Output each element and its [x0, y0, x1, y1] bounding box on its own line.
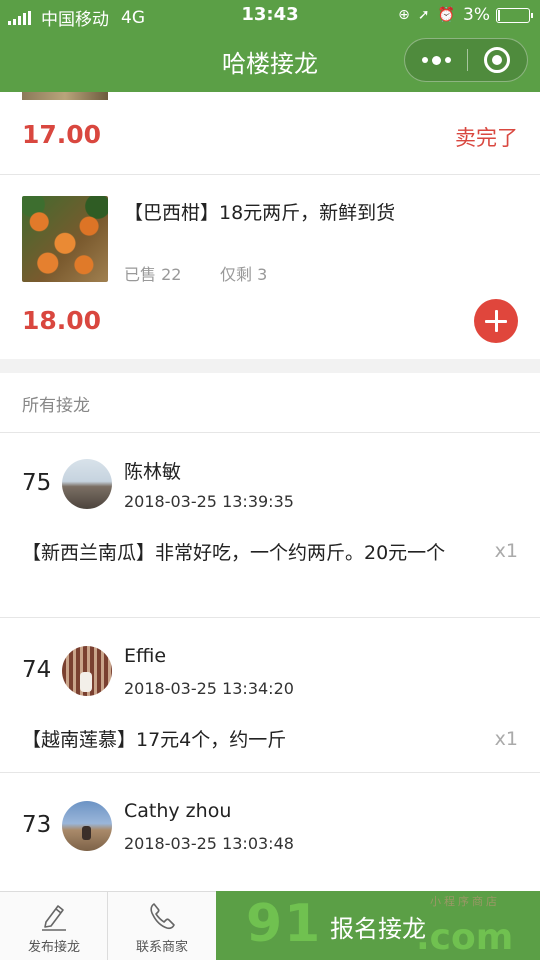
pencil-icon [42, 905, 66, 931]
status-right: ⊕ ➚ ⏰ 3% [398, 5, 533, 25]
product-price: 17.00 [22, 120, 102, 149]
divider [0, 617, 540, 618]
battery-percent: 3% [463, 5, 490, 25]
contact-tab[interactable]: 联系商家 [108, 892, 216, 960]
product-title[interactable]: 【巴西柑】18元两斤，新鲜到货 [124, 198, 395, 225]
product-price: 18.00 [22, 306, 102, 335]
divider [0, 772, 540, 773]
contact-label: 联系商家 [135, 940, 188, 955]
product-remaining: 仅剩 3 [220, 265, 268, 284]
entry-user-name: Effie [124, 645, 167, 667]
close-circle-icon[interactable] [484, 47, 510, 73]
location-icon: ➚ [417, 7, 430, 23]
entry-timestamp: 2018-03-25 13:39:35 [124, 492, 294, 511]
product-thumbnail [22, 92, 108, 100]
product-thumbnail[interactable] [22, 196, 108, 282]
entry-item-text: 【新西兰南瓜】非常好吃，一个约两斤。20元一个 [22, 542, 446, 564]
divider [0, 432, 540, 433]
entry-quantity: x1 [494, 540, 518, 562]
watermark-digits: 91 [246, 894, 323, 954]
entry-timestamp: 2018-03-25 13:34:20 [124, 679, 294, 698]
lock-rotation-icon: ⊕ [398, 7, 410, 23]
status-bar: 中国移动 4G 13:43 ⊕ ➚ ⏰ 3% [0, 0, 540, 30]
product-sold-count: 已售 22 [124, 265, 182, 284]
avatar [62, 801, 112, 851]
nav-bar: 哈楼接龙 [0, 30, 540, 92]
mini-program-capsule [404, 38, 528, 82]
phone-icon [150, 903, 175, 930]
capsule-divider [467, 49, 468, 71]
divider [0, 174, 540, 175]
add-to-cart-button[interactable] [474, 299, 518, 343]
entry-number: 74 [22, 657, 52, 683]
entry-timestamp: 2018-03-25 13:03:48 [124, 834, 294, 853]
publish-tab[interactable]: 发布接龙 [0, 892, 108, 960]
section-title: 所有接龙 [22, 396, 90, 416]
avatar [62, 646, 112, 696]
publish-label: 发布接龙 [27, 940, 80, 955]
watermark-suffix: .com [416, 917, 514, 958]
watermark-small-text: 小程序商店 [430, 895, 500, 908]
entry-quantity: x1 [494, 728, 518, 750]
alarm-icon: ⏰ [437, 7, 456, 23]
entry-number: 75 [22, 470, 52, 496]
sold-out-label: 卖完了 [455, 126, 518, 150]
entry-item-text: 【越南莲慕】17元4个，约一斤 [22, 729, 287, 751]
avatar [62, 459, 112, 509]
battery-icon [496, 7, 533, 23]
entry-number: 73 [22, 812, 52, 838]
entry-user-name: Cathy zhou [124, 800, 232, 822]
entry-user-name: 陈林敏 [124, 461, 182, 483]
more-icon[interactable] [405, 39, 467, 81]
section-gap [0, 359, 540, 373]
